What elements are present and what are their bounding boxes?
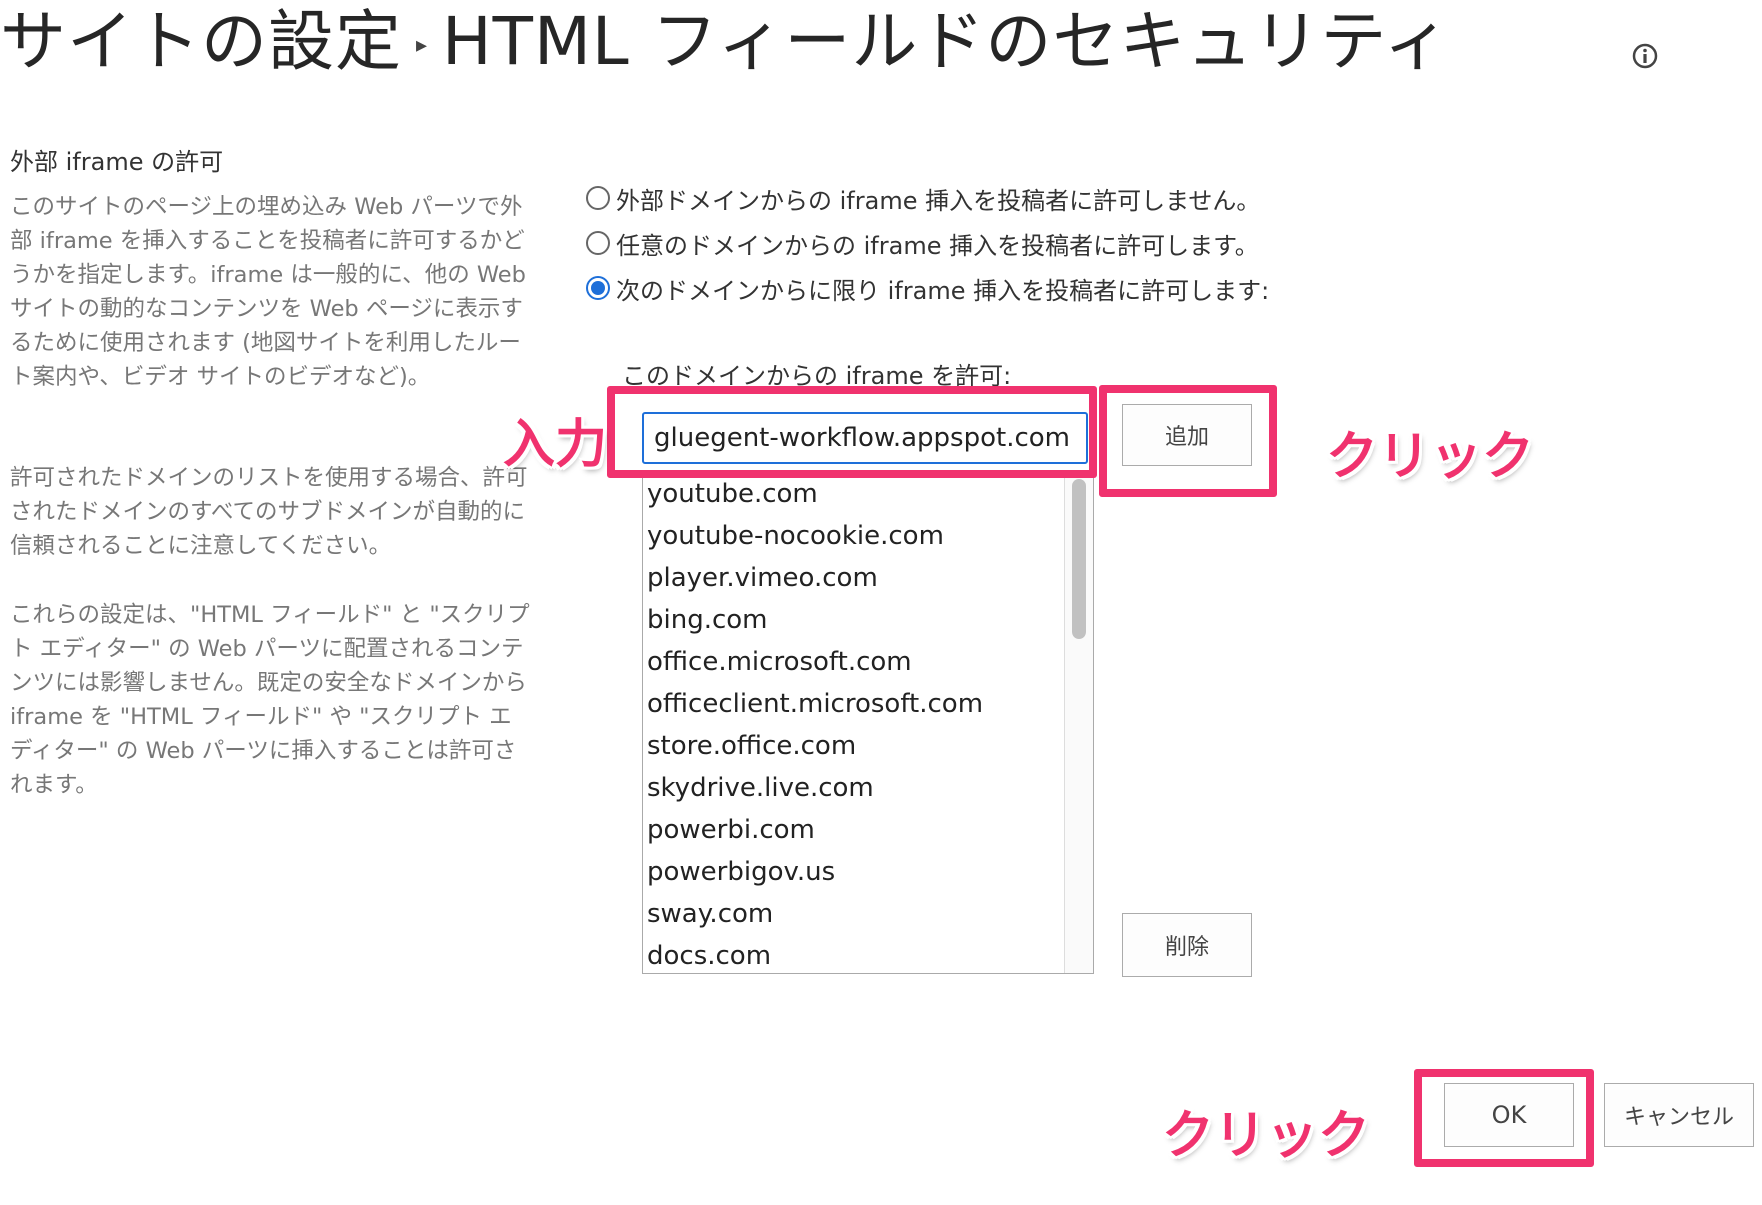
annotation-input: 入力 xyxy=(503,415,608,475)
section-heading: 外部 iframe の許可 xyxy=(10,148,224,176)
list-item[interactable]: bing.com xyxy=(647,599,983,641)
delete-button[interactable]: 削除 xyxy=(1122,913,1252,977)
highlight-add-box xyxy=(1099,385,1277,497)
annotation-click-ok: クリック xyxy=(1162,1106,1371,1166)
list-item[interactable]: skydrive.live.com xyxy=(647,767,983,809)
list-item[interactable]: docs.com xyxy=(647,935,983,973)
radio-button-selected[interactable] xyxy=(586,276,610,300)
page-title: サイトの設定 ▸ HTML フィールドのセキュリティ xyxy=(0,2,1450,82)
list-scrollbar[interactable] xyxy=(1064,473,1093,973)
radio-label: 任意のドメインからの iframe 挿入を投稿者に許可します。 xyxy=(616,231,1259,260)
highlight-input-box xyxy=(607,386,1097,478)
list-item[interactable]: youtube-nocookie.com xyxy=(647,515,983,557)
subdomain-note: 許可されたドメインのリストを使用する場合、許可されたドメインのすべてのサブドメイ… xyxy=(10,465,528,559)
radio-button[interactable] xyxy=(586,186,610,210)
annotation-click-add: クリック xyxy=(1326,427,1535,487)
scrollbar-thumb[interactable] xyxy=(1072,479,1086,639)
radio-option-allow-any[interactable]: 任意のドメインからの iframe 挿入を投稿者に許可します。 xyxy=(586,223,1259,263)
list-item[interactable]: store.office.com xyxy=(647,725,983,767)
list-item[interactable]: powerbigov.us xyxy=(647,851,983,893)
list-item[interactable]: player.vimeo.com xyxy=(647,557,983,599)
list-item[interactable]: office.microsoft.com xyxy=(647,641,983,683)
radio-option-allow-listed[interactable]: 次のドメインからに限り iframe 挿入を投稿者に許可します: xyxy=(586,268,1269,308)
highlight-ok-box xyxy=(1414,1069,1594,1167)
breadcrumb-separator-icon: ▸ xyxy=(416,32,429,58)
section-description: このサイトのページ上の埋め込み Web パーツで外部 iframe を挿入するこ… xyxy=(10,194,526,390)
page-title-text: HTML フィールドのセキュリティ xyxy=(442,3,1451,80)
radio-button[interactable] xyxy=(586,231,610,255)
list-item[interactable]: youtube.com xyxy=(647,473,983,515)
breadcrumb-site-settings[interactable]: サイトの設定 xyxy=(0,3,402,80)
list-item[interactable]: officeclient.microsoft.com xyxy=(647,683,983,725)
list-item[interactable]: sway.com xyxy=(647,893,983,935)
radio-label: 外部ドメインからの iframe 挿入を投稿者に許可しません。 xyxy=(616,186,1261,215)
cancel-button[interactable]: キャンセル xyxy=(1604,1083,1754,1147)
radio-option-disallow[interactable]: 外部ドメインからの iframe 挿入を投稿者に許可しません。 xyxy=(586,178,1260,218)
allowed-domain-list[interactable]: youtube.com youtube-nocookie.com player.… xyxy=(642,472,1094,974)
radio-label: 次のドメインからに限り iframe 挿入を投稿者に許可します: xyxy=(616,276,1270,305)
list-item[interactable]: powerbi.com xyxy=(647,809,983,851)
settings-note: これらの設定は、"HTML フィールド" と "スクリプト エディター" の W… xyxy=(10,602,530,798)
info-circle-icon[interactable] xyxy=(1631,42,1659,70)
